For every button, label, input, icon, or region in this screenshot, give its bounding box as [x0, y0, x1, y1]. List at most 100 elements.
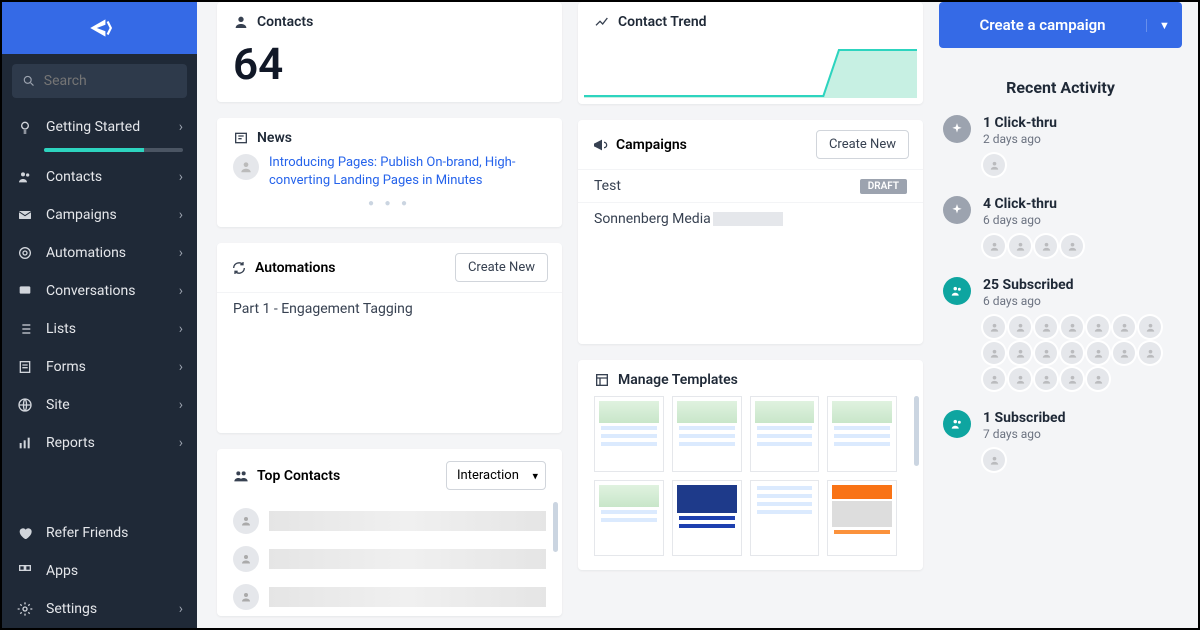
avatar [1087, 316, 1109, 338]
nav-apps[interactable]: Apps [2, 552, 197, 590]
avatar [1061, 368, 1083, 390]
template-thumb[interactable] [827, 480, 897, 556]
avatar [983, 316, 1005, 338]
contacts-icon [16, 168, 34, 186]
chart-icon [16, 434, 34, 452]
nav-contacts[interactable]: Contacts› [2, 158, 197, 196]
sidebar-nav: Getting Started › Contacts› Campaigns› A… [2, 108, 197, 514]
avatar [1009, 342, 1031, 364]
card-title: Contact Trend [618, 14, 707, 30]
target-icon [16, 244, 34, 262]
logo[interactable] [2, 2, 197, 54]
search-box[interactable] [12, 64, 187, 98]
card-title: Manage Templates [618, 372, 738, 388]
people-icon [233, 468, 249, 484]
campaigns-card: Campaigns Create New Test DRAFT Sonnenbe… [578, 120, 923, 344]
trend-chart [584, 38, 917, 98]
template-thumb[interactable] [750, 396, 820, 472]
avatar [1113, 342, 1135, 364]
contact-row[interactable] [217, 502, 562, 540]
news-headline[interactable]: Introducing Pages: Publish On-brand, Hig… [269, 154, 546, 190]
chevron-right-icon: › [179, 119, 183, 135]
automations-card: Automations Create New Part 1 - Engageme… [217, 243, 562, 433]
avatar [983, 235, 1005, 257]
nav-refer[interactable]: Refer Friends [2, 514, 197, 552]
nav-campaigns[interactable]: Campaigns› [2, 196, 197, 234]
campaign-row[interactable]: Sonnenberg Media [578, 202, 923, 235]
activity-item[interactable]: 1 Click-thru2 days ago [939, 105, 1182, 186]
refresh-icon [231, 260, 247, 276]
gear-icon [16, 600, 34, 618]
activity-item[interactable]: 4 Click-thru6 days ago [939, 186, 1182, 267]
avatar [233, 508, 259, 534]
create-automation-button[interactable]: Create New [455, 253, 548, 282]
megaphone-icon [592, 137, 608, 153]
campaign-row[interactable]: Test DRAFT [578, 169, 923, 202]
nav-site[interactable]: Site› [2, 386, 197, 424]
create-campaign-cta[interactable]: Create a campaign ▼ [939, 2, 1182, 48]
avatar [983, 154, 1005, 176]
template-thumb[interactable] [672, 396, 742, 472]
nav-getting-started[interactable]: Getting Started › [2, 108, 197, 146]
activity-time: 2 days ago [983, 132, 1178, 146]
trend-card[interactable]: Contact Trend [578, 2, 923, 104]
contacts-card[interactable]: Contacts 64 [217, 2, 562, 102]
activity-icon [943, 196, 971, 224]
avatar [1009, 235, 1031, 257]
search-input[interactable] [44, 73, 177, 89]
avatar [983, 368, 1005, 390]
globe-icon [16, 396, 34, 414]
recent-title: Recent Activity [939, 64, 1182, 105]
activity-title: 1 Click-thru [983, 115, 1178, 131]
card-title: Contacts [257, 14, 313, 30]
nav-reports[interactable]: Reports› [2, 424, 197, 462]
top-contacts-card: Top Contacts Interaction [217, 449, 562, 616]
status-badge: DRAFT [860, 179, 907, 194]
nav-automations[interactable]: Automations› [2, 234, 197, 272]
nav-settings[interactable]: Settings› [2, 590, 197, 628]
avatar [1009, 316, 1031, 338]
nav-lists[interactable]: Lists› [2, 310, 197, 348]
activity-title: 25 Subscribed [983, 277, 1178, 293]
cta-dropdown[interactable]: ▼ [1146, 19, 1182, 32]
avatar [1087, 368, 1109, 390]
card-title: Automations [255, 260, 336, 276]
template-thumb[interactable] [672, 480, 742, 556]
activity-item[interactable]: 1 Subscribed7 days ago [939, 400, 1182, 481]
person-icon [233, 14, 249, 30]
template-thumb[interactable] [827, 396, 897, 472]
nav-conversations[interactable]: Conversations› [2, 272, 197, 310]
activity-icon [943, 277, 971, 305]
templates-card: Manage Templates [578, 360, 923, 570]
activity-title: 1 Subscribed [983, 410, 1178, 426]
avatar [1035, 316, 1057, 338]
activity-time: 6 days ago [983, 213, 1178, 227]
form-icon [16, 358, 34, 376]
activity-time: 6 days ago [983, 294, 1178, 308]
create-campaign-button[interactable]: Create New [816, 130, 909, 159]
avatar [983, 449, 1005, 471]
contact-row[interactable] [217, 578, 562, 616]
nav-forms[interactable]: Forms› [2, 348, 197, 386]
avatar [1061, 235, 1083, 257]
template-icon [594, 372, 610, 388]
heart-icon [16, 524, 34, 542]
activity-item[interactable]: 25 Subscribed6 days ago [939, 267, 1182, 400]
recent-activity: Recent Activity 1 Click-thru2 days ago4 … [939, 64, 1182, 481]
avatar [1139, 316, 1161, 338]
list-icon [16, 320, 34, 338]
card-title: Top Contacts [257, 468, 340, 484]
contact-row[interactable] [217, 540, 562, 578]
template-thumb[interactable] [594, 396, 664, 472]
card-title: Campaigns [616, 137, 687, 153]
template-thumb[interactable] [750, 480, 820, 556]
avatar [1113, 316, 1135, 338]
avatar [1035, 342, 1057, 364]
main-content: Contacts 64 News Introducing Pages: Publ… [197, 2, 1198, 628]
avatar [1087, 342, 1109, 364]
chat-icon [16, 282, 34, 300]
template-thumb[interactable] [594, 480, 664, 556]
automation-row[interactable]: Part 1 - Engagement Tagging [217, 292, 562, 325]
top-contacts-filter[interactable]: Interaction [446, 461, 546, 490]
carousel-dots[interactable]: ● ● ● [233, 190, 546, 213]
